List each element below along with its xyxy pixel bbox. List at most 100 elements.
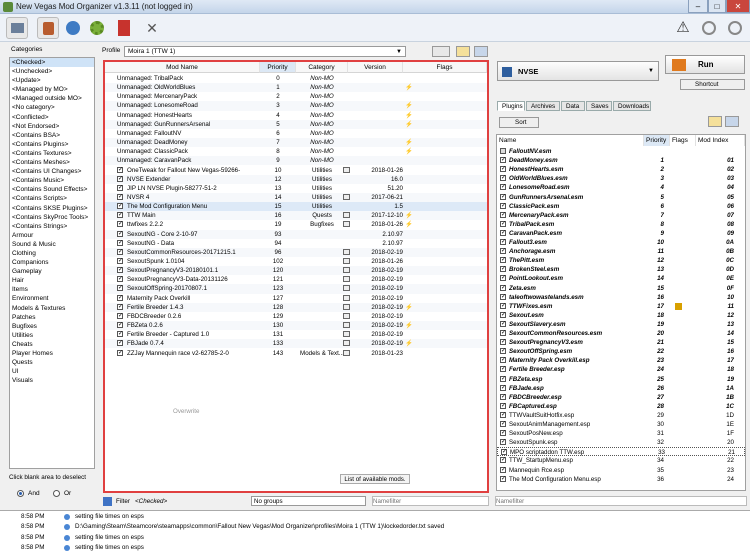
mod-row[interactable]: ✓ SexoutPregnancyV3-20180101.1 120 2018-02-… [105, 266, 487, 276]
plugin-row[interactable]: ✓ MPO scriptaddon TTW.esp 33 21 [497, 447, 745, 457]
filter-add-icon[interactable] [103, 497, 112, 506]
mod-checkbox[interactable]: ✓ [117, 322, 123, 329]
col-plugin-priority[interactable]: Priority [644, 135, 670, 146]
plugin-checkbox[interactable]: ✓ [500, 384, 506, 391]
folder-open-icon[interactable] [6, 17, 28, 39]
mod-checkbox[interactable]: ✓ [117, 203, 123, 210]
category-item[interactable]: <Contains Meshes> [10, 158, 94, 167]
category-item[interactable]: Armour [10, 231, 94, 240]
category-item[interactable]: <Contains Music> [10, 176, 94, 185]
category-item[interactable]: <Contains Scripts> [10, 194, 94, 203]
mod-row[interactable]: ✓ SexoutNG - Core 2-10-97 93 2.10.97 [105, 229, 487, 239]
plugin-row[interactable]: ✓ OldWorldBlues.esm 3 03 [497, 174, 745, 183]
plugin-row[interactable]: ✓ LonesomeRoad.esm 4 04 [497, 183, 745, 192]
category-item[interactable]: <Managed by MO> [10, 85, 94, 94]
col-priority[interactable]: Priority [260, 62, 296, 73]
col-plugin-name[interactable]: Name [497, 135, 644, 146]
mod-row[interactable]: ✓ Fertile Breeder - Captured 1.0 131 2018-0… [105, 330, 487, 339]
category-item[interactable]: Companions [10, 258, 94, 267]
plugin-checkbox[interactable]: ✓ [500, 293, 506, 300]
plugin-checkbox[interactable]: ✓ [500, 284, 506, 291]
mod-checkbox[interactable]: ✓ [117, 184, 123, 191]
plugin-row[interactable]: ✓ Fertile Breeder.esp 24 18 [497, 365, 745, 374]
mod-row[interactable]: Unmanaged: OldWorldBlues 1 Non-MO ⚡ [105, 83, 487, 93]
plugin-row[interactable]: ✓ TTW_StartupMenu.esp 34 22 [497, 456, 745, 465]
plugin-checkbox[interactable]: ✓ [500, 175, 506, 182]
maximize-button[interactable]: □ [708, 0, 726, 13]
plugin-checkbox[interactable]: ✓ [500, 320, 506, 327]
settings-gear-icon[interactable] [86, 17, 108, 39]
plugin-row[interactable]: ✓ SexoutOffSpring.esm 22 16 [497, 347, 745, 356]
col-plugin-flags[interactable]: Flags [670, 135, 696, 146]
profile-tools-icon[interactable] [432, 46, 450, 57]
plugin-row[interactable]: ✓ PointLookout.esm 14 0E [497, 274, 745, 283]
plugin-row[interactable]: ✓ MercenaryPack.esm 7 07 [497, 211, 745, 220]
star-icon[interactable] [708, 116, 722, 127]
mod-checkbox[interactable]: ✓ [117, 258, 123, 264]
plugin-checkbox[interactable]: ✓ [500, 475, 506, 482]
plugin-row[interactable]: ✓ SexoutPosNew.esp 31 1F [497, 429, 745, 438]
mod-checkbox[interactable]: ✓ [117, 193, 123, 200]
plugin-checkbox[interactable]: ✓ [500, 439, 506, 446]
mod-checkbox[interactable]: ✓ [117, 349, 123, 356]
mod-checkbox[interactable]: ✓ [117, 221, 123, 228]
category-item[interactable]: Gameplay [10, 267, 94, 276]
plugin-checkbox[interactable]: ✓ [500, 248, 506, 255]
plugin-row[interactable]: ✓ Sexout.esm 18 12 [497, 311, 745, 320]
install-mod-icon[interactable] [37, 17, 59, 39]
category-item[interactable]: <Update> [10, 76, 94, 85]
category-item[interactable]: Quests [10, 358, 94, 367]
mod-row[interactable]: Unmanaged: ClassicPack 8 Non-MO ⚡ [105, 147, 487, 156]
mod-row[interactable]: ✓ SexoutSpunk 1.0104 102 2018-01-26 [105, 257, 487, 266]
mod-list[interactable]: Mod Name Priority Category Version Flags… [103, 60, 489, 493]
category-item[interactable]: Bugfixes [10, 322, 94, 331]
mod-checkbox[interactable]: ✓ [117, 239, 123, 246]
mod-checkbox[interactable]: ✓ [117, 276, 123, 283]
close-button[interactable]: ✕ [726, 0, 750, 13]
category-item[interactable]: <No category> [10, 103, 94, 112]
or-radio[interactable] [53, 490, 60, 497]
mod-row[interactable]: Unmanaged: HonestHearts 4 Non-MO ⚡ [105, 111, 487, 120]
tab-downloads[interactable]: Downloads [613, 101, 651, 111]
plugin-checkbox[interactable]: ✓ [501, 449, 507, 456]
plugin-checkbox[interactable]: ✓ [500, 239, 506, 245]
category-item[interactable]: <Contains BSA> [10, 131, 94, 140]
col-category[interactable]: Category [296, 62, 348, 73]
category-item[interactable]: Patches [10, 313, 94, 322]
backup-icon[interactable] [725, 116, 739, 127]
plugin-checkbox[interactable]: ✓ [500, 184, 506, 191]
plugin-checkbox[interactable]: ✓ [500, 266, 506, 273]
plugin-row[interactable]: ✓ FBJade.esp 26 1A [497, 384, 745, 393]
mod-checkbox[interactable]: ✓ [117, 212, 123, 219]
plugin-row[interactable]: ✓ HonestHearts.esm 2 02 [497, 165, 745, 174]
mod-row[interactable]: Unmanaged: CaravanPack 9 Non-MO [105, 156, 487, 166]
category-item[interactable]: Models & Textures [10, 304, 94, 313]
plugin-row[interactable]: ✓ SexoutSpunk.esp 32 20 [497, 438, 745, 447]
mod-checkbox[interactable]: ✓ [117, 294, 123, 301]
category-item[interactable]: Items [10, 285, 94, 294]
mod-checkbox[interactable]: ✓ [117, 166, 123, 173]
plugin-row[interactable]: ✓ GunRunnersArsenal.esm 5 05 [497, 193, 745, 202]
plugin-row[interactable]: ✓ SexoutSlavery.esm 19 13 [497, 320, 745, 329]
mod-namefilter-input[interactable] [372, 496, 489, 506]
mod-row[interactable]: ✓ The Mod Configuration Menu 15 Utilities 1.… [105, 202, 487, 212]
plugin-row[interactable]: FalloutNV.esm [497, 147, 745, 156]
mod-row[interactable]: ✓ OneTweak for Fallout New Vegas-59266- 10… [105, 166, 487, 175]
category-item[interactable]: <Not Endorsed> [10, 122, 94, 131]
category-item[interactable]: <Unchecked> [10, 67, 94, 76]
mod-checkbox[interactable]: ✓ [117, 303, 123, 310]
plugin-checkbox[interactable]: ✓ [500, 193, 506, 200]
mod-row[interactable]: ✓ FBDCBreeder 0.2.6 129 2018-02-19 [105, 312, 487, 321]
category-item[interactable]: <Conflicted> [10, 113, 94, 122]
plugin-row[interactable]: ✓ taleoftwowastelands.esm 16 10 [497, 293, 745, 302]
plugin-row[interactable]: ✓ SexoutPregnancyV3.esm 21 15 [497, 338, 745, 347]
groups-select[interactable]: No groups [251, 496, 366, 506]
sort-button[interactable]: Sort [499, 117, 539, 128]
plugin-checkbox[interactable]: ✓ [500, 366, 506, 373]
plugin-row[interactable]: ✓ TTWFixes.esm 17 11 [497, 302, 745, 311]
executables-icon[interactable] [113, 17, 135, 39]
plugin-checkbox[interactable]: ✓ [500, 311, 506, 318]
plugin-checkbox[interactable]: ✓ [500, 466, 506, 473]
mod-checkbox[interactable]: ✓ [117, 331, 123, 338]
plugin-checkbox[interactable]: ✓ [500, 357, 506, 364]
